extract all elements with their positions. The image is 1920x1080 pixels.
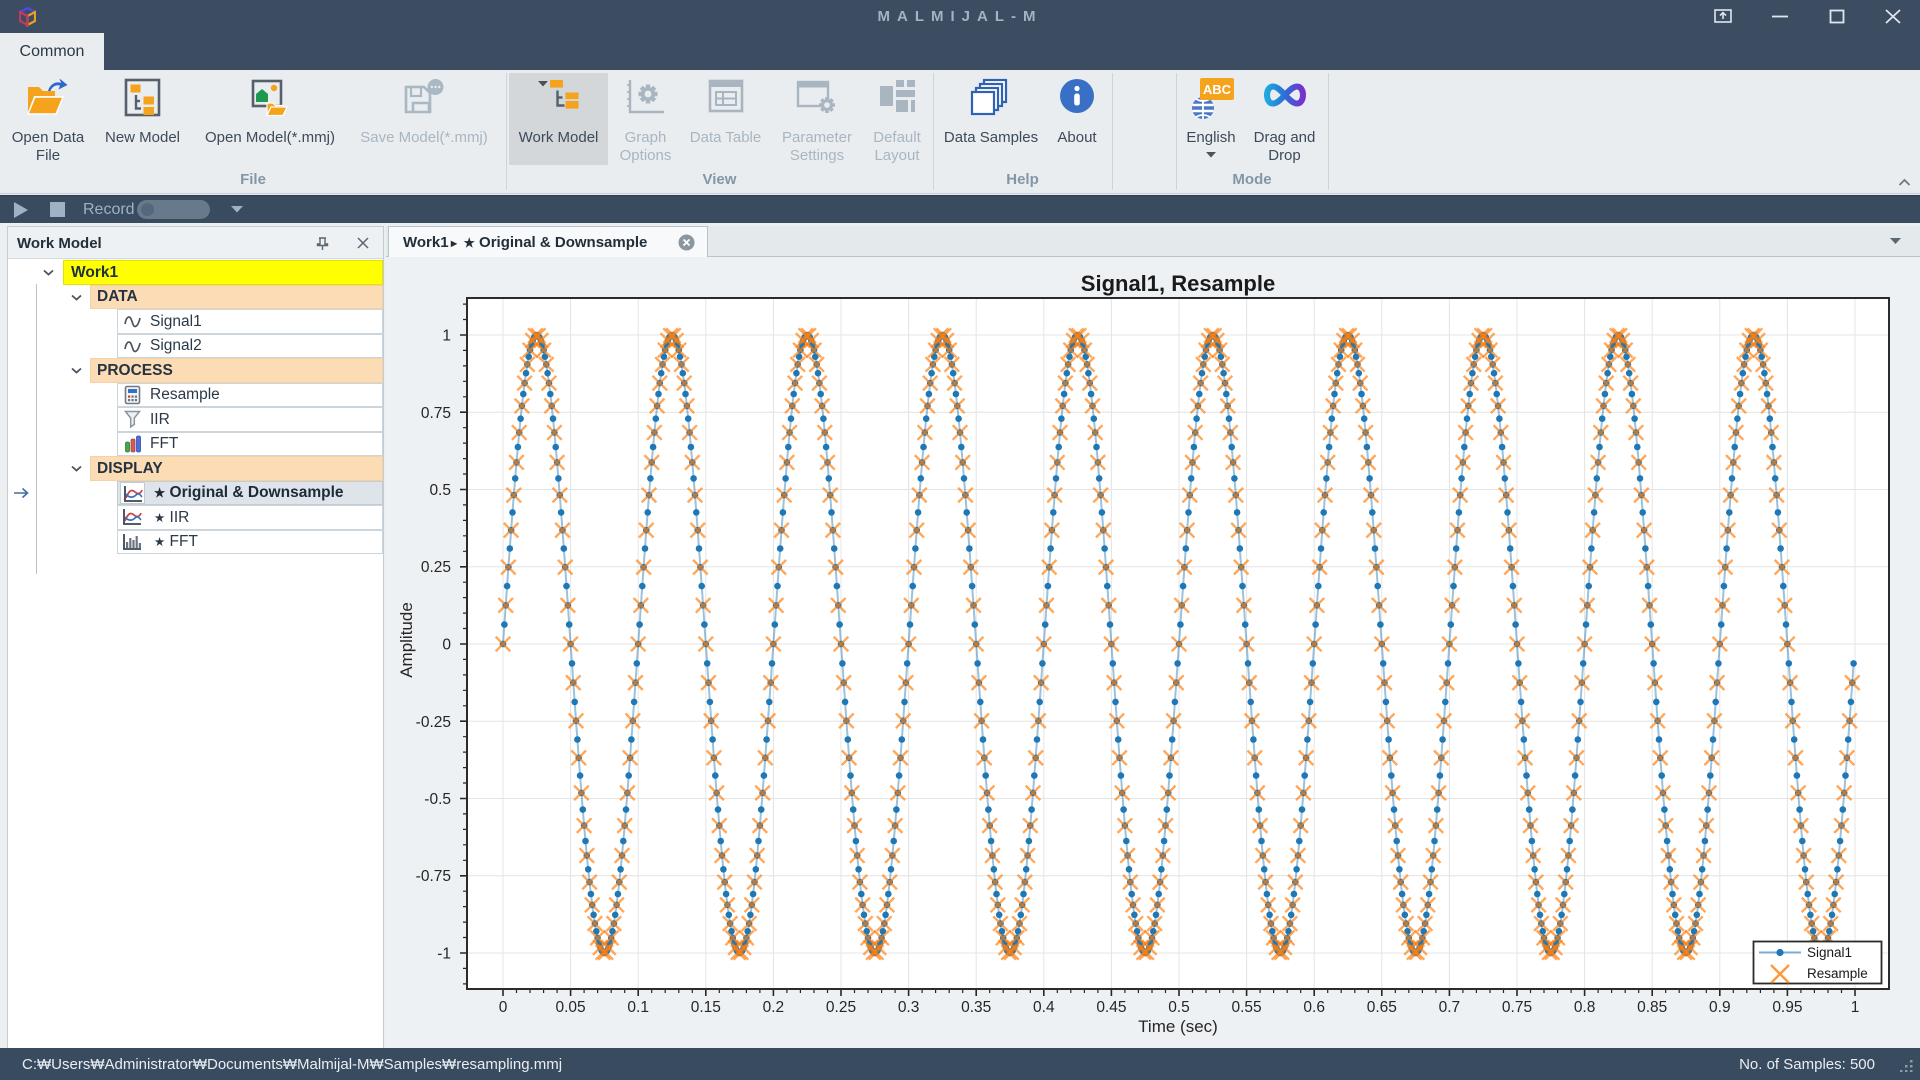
svg-text:0.9: 0.9 [1709,999,1731,1016]
svg-text:0.5: 0.5 [1168,999,1190,1016]
svg-text:0.45: 0.45 [1096,999,1126,1016]
svg-text:Signal1, Resample: Signal1, Resample [1081,271,1275,296]
svg-text:0: 0 [499,999,508,1016]
svg-text:ABC: ABC [1203,82,1232,97]
svg-text:0.65: 0.65 [1367,999,1397,1016]
svg-text:0.1: 0.1 [627,999,649,1016]
svg-text:0.2: 0.2 [763,999,785,1016]
svg-text:0: 0 [442,637,451,654]
svg-text:Time (sec): Time (sec) [1138,1017,1218,1036]
svg-text:0.55: 0.55 [1232,999,1262,1016]
svg-text:0.4: 0.4 [1033,999,1055,1016]
svg-text:0.25: 0.25 [826,999,856,1016]
svg-text:-0.25: -0.25 [416,714,451,731]
svg-text:0.85: 0.85 [1637,999,1667,1016]
svg-text:0.35: 0.35 [961,999,991,1016]
svg-text:0.8: 0.8 [1574,999,1596,1016]
svg-text:-1: -1 [437,946,451,963]
svg-text:0.15: 0.15 [691,999,721,1016]
svg-text:Resample: Resample [1807,966,1868,981]
svg-text:0.75: 0.75 [1502,999,1532,1016]
svg-text:0.7: 0.7 [1439,999,1461,1016]
svg-text:Amplitude: Amplitude [397,602,416,678]
svg-text:0.5: 0.5 [429,482,451,499]
svg-text:0.05: 0.05 [556,999,586,1016]
svg-text:0.75: 0.75 [421,405,451,422]
svg-text:1: 1 [442,328,451,345]
svg-text:Signal1: Signal1 [1807,945,1852,960]
svg-text:0.95: 0.95 [1772,999,1802,1016]
svg-text:0.25: 0.25 [421,559,451,576]
svg-text:-0.75: -0.75 [416,868,451,885]
svg-text:-0.5: -0.5 [424,791,451,808]
svg-text:0.6: 0.6 [1303,999,1325,1016]
svg-text:1: 1 [1851,999,1860,1016]
svg-text:0.3: 0.3 [898,999,920,1016]
